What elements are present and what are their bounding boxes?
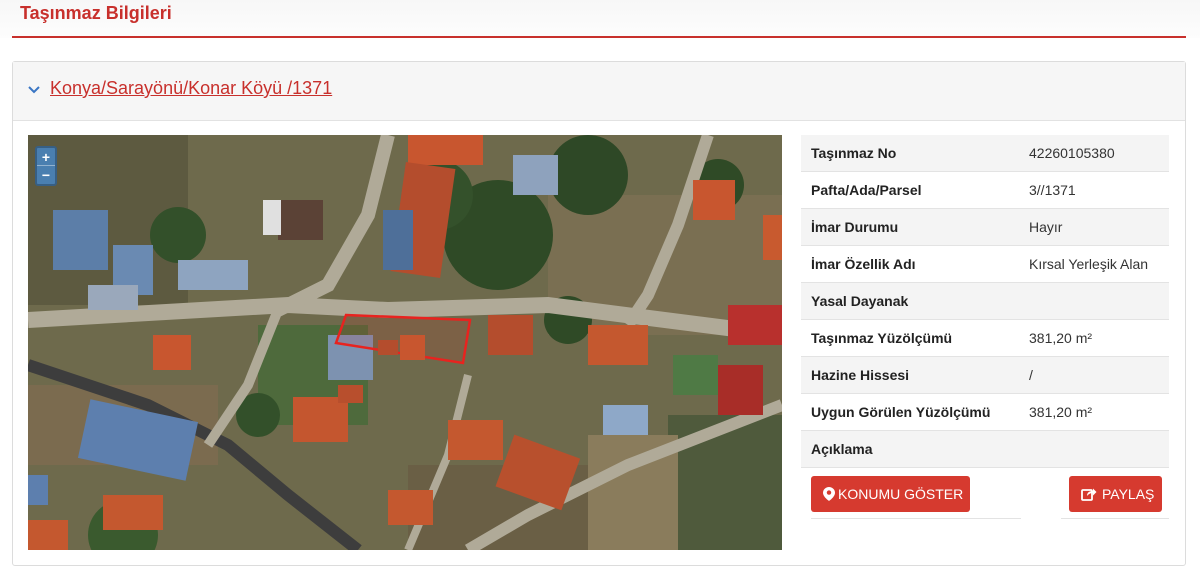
info-row: İmar Özellik Adı Kırsal Yerleşik Alan <box>801 246 1169 283</box>
action-divider <box>1061 518 1169 519</box>
header-divider <box>12 36 1186 38</box>
satellite-map[interactable] <box>28 135 782 550</box>
share-icon <box>1081 488 1097 501</box>
page-title: Taşınmaz Bilgileri <box>20 3 172 23</box>
info-row: Taşınmaz Yüzölçümü 381,20 m² <box>801 320 1169 357</box>
info-label: İmar Özellik Adı <box>811 256 916 272</box>
info-value: / <box>1029 367 1033 383</box>
info-label: Taşınmaz No <box>811 145 897 161</box>
show-location-button[interactable]: KONUMU GÖSTER <box>811 476 970 512</box>
info-value: Hayır <box>1029 219 1063 235</box>
info-label: İmar Durumu <box>811 219 899 235</box>
info-value: 381,20 m² <box>1029 330 1093 346</box>
share-label: PAYLAŞ <box>1102 486 1155 502</box>
info-label: Açıklama <box>811 441 873 457</box>
info-label: Taşınmaz Yüzölçümü <box>811 330 953 346</box>
action-divider <box>811 518 1021 519</box>
info-row: Açıklama <box>801 431 1169 468</box>
property-info-table: Taşınmaz No 42260105380 Pafta/Ada/Parsel 3/… <box>801 135 1169 468</box>
info-value: Kırsal Yerleşik Alan <box>1029 256 1149 272</box>
info-row: Taşınmaz No 42260105380 <box>801 135 1169 172</box>
info-value: 42260105380 <box>1029 145 1115 161</box>
map-zoom-control: + − <box>35 146 57 186</box>
property-location-link[interactable]: Konya/Sarayönü/Konar Köyü /1371 <box>50 78 332 99</box>
info-row: Pafta/Ada/Parsel 3//1371 <box>801 172 1169 209</box>
info-value: 3//1371 <box>1029 182 1076 198</box>
info-row: Yasal Dayanak <box>801 283 1169 320</box>
panel-header[interactable]: Konya/Sarayönü/Konar Köyü /1371 <box>13 62 1185 121</box>
info-row: İmar Durumu Hayır <box>801 209 1169 246</box>
zoom-out-button[interactable]: − <box>37 166 55 184</box>
info-label: Yasal Dayanak <box>811 293 909 309</box>
info-row: Uygun Görülen Yüzölçümü 381,20 m² <box>801 394 1169 431</box>
zoom-in-button[interactable]: + <box>37 148 55 166</box>
info-label: Pafta/Ada/Parsel <box>811 182 922 198</box>
info-value: 381,20 m² <box>1029 404 1093 420</box>
page-header: Taşınmaz Bilgileri <box>0 0 1200 38</box>
info-label: Uygun Görülen Yüzölçümü <box>811 404 991 420</box>
chevron-down-icon[interactable] <box>27 82 41 96</box>
info-label: Hazine Hissesi <box>811 367 910 383</box>
share-button[interactable]: PAYLAŞ <box>1069 476 1162 512</box>
show-location-label: KONUMU GÖSTER <box>838 486 964 502</box>
map-marker-icon <box>823 487 835 501</box>
info-row: Hazine Hissesi / <box>801 357 1169 394</box>
